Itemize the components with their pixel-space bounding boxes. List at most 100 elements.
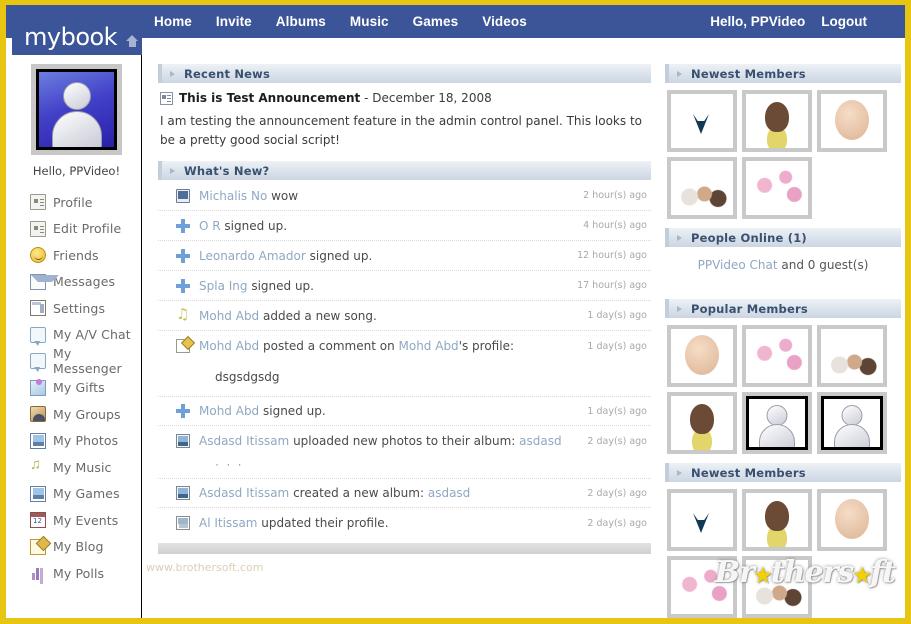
sidebar-item-blog[interactable]: My Blog: [12, 534, 141, 561]
member-thumbnail[interactable]: [667, 90, 737, 152]
sidebar-item-label[interactable]: Messages: [53, 274, 115, 289]
member-thumbnail[interactable]: [742, 325, 812, 387]
feed-user-link[interactable]: Mohd Abd: [199, 339, 259, 353]
feed-item[interactable]: Mohd Abd signed up. 1 day(s) ago: [158, 396, 651, 427]
sidebar-item-messenger[interactable]: My Messenger: [12, 346, 141, 376]
nav-item-home[interactable]: Home: [142, 14, 204, 29]
sidebar-item-polls[interactable]: My Polls: [12, 560, 141, 587]
feed-item[interactable]: Spla Ing signed up. 17 hour(s) ago: [158, 271, 651, 302]
newest-members-top-header[interactable]: Newest Members: [665, 63, 901, 83]
feed-user-link[interactable]: Al Itissam: [199, 516, 257, 530]
sidebar-item-label[interactable]: My Blog: [53, 539, 104, 554]
sidebar-item-messages[interactable]: Messages: [12, 269, 141, 296]
feed-item[interactable]: Mohd Abd posted a comment on Mohd Abd's …: [158, 331, 651, 361]
feed-user-link[interactable]: Spla Ing: [199, 279, 248, 293]
feed-user-link[interactable]: Asdasd Itissam: [199, 486, 289, 500]
sidebar-item-label[interactable]: My Events: [53, 513, 118, 528]
member-thumbnail[interactable]: [817, 489, 887, 551]
member-thumbnail[interactable]: [667, 392, 737, 454]
sidebar-item-label[interactable]: My Games: [53, 486, 120, 501]
sidebar-item-label[interactable]: My Messenger: [53, 346, 141, 376]
feed-item[interactable]: Mohd Abd added a new song. 1 day(s) ago: [158, 301, 651, 332]
feed-user-link[interactable]: Mohd Abd: [199, 404, 259, 418]
feed-user-link[interactable]: O R: [199, 219, 221, 233]
nav-item-invite[interactable]: Invite: [204, 14, 264, 29]
sidebar-item-label[interactable]: Edit Profile: [53, 221, 121, 236]
nav-greeting: Hello, PPVideo: [710, 14, 806, 29]
sidebar-item-music[interactable]: My Music: [12, 454, 141, 481]
feed-user2-link[interactable]: Mohd Abd: [399, 339, 459, 353]
avatar[interactable]: [31, 64, 122, 155]
member-thumbnail[interactable]: [667, 556, 737, 618]
people-online-header[interactable]: People Online (1): [665, 227, 901, 247]
member-thumbnail[interactable]: [667, 489, 737, 551]
feed-item-text: Mohd Abd posted a comment on Mohd Abd's …: [199, 339, 579, 353]
chevron-right-icon: [170, 70, 175, 77]
member-thumbnail[interactable]: [667, 157, 737, 219]
feed-item-text: Asdasd Itissam created a new album: asda…: [199, 486, 579, 500]
nav-item-games[interactable]: Games: [401, 14, 471, 29]
sidebar-item-settings[interactable]: Settings: [12, 295, 141, 322]
sidebar-item-photos[interactable]: My Photos: [12, 428, 141, 455]
avatar-head-shape: [62, 81, 91, 110]
newest-members-top-grid: [665, 83, 901, 227]
whats-new-panel-header[interactable]: What's New?: [158, 160, 651, 181]
sidebar-item-label[interactable]: Friends: [53, 248, 99, 263]
sidebar-item-profile[interactable]: Profile: [12, 189, 141, 216]
member-thumbnail[interactable]: [817, 90, 887, 152]
calendar-icon: [30, 512, 46, 529]
recent-news-panel-header[interactable]: Recent News: [158, 63, 651, 83]
member-thumbnail[interactable]: [742, 392, 812, 454]
member-thumbnail[interactable]: [817, 325, 887, 387]
sidebar-item-edit-profile[interactable]: Edit Profile: [12, 216, 141, 243]
sidebar-item-games[interactable]: My Games: [12, 481, 141, 508]
feed-item[interactable]: Asdasd Itissam uploaded new photos to th…: [158, 426, 651, 456]
sidebar-item-label[interactable]: Profile: [53, 195, 93, 210]
sidebar-item-events[interactable]: My Events: [12, 507, 141, 534]
sidebar-item-label[interactable]: My Gifts: [53, 380, 105, 395]
feed-album-link[interactable]: asdasd: [428, 486, 470, 500]
feed-album-link[interactable]: asdasd: [519, 434, 561, 448]
popular-members-header[interactable]: Popular Members: [665, 298, 901, 318]
feed-item[interactable]: Al Itissam updated their profile. 2 day(…: [158, 508, 651, 538]
left-sidebar: Hello, PPVideo! Profile Edit Profile Fri…: [12, 55, 142, 618]
feed-user-link[interactable]: Asdasd Itissam: [199, 434, 289, 448]
feed-timestamp: 1 day(s) ago: [587, 405, 647, 417]
feed-user-link[interactable]: Leonardo Amador: [199, 249, 306, 263]
member-thumbnail[interactable]: [817, 392, 887, 454]
feed-item[interactable]: Asdasd Itissam created a new album: asda…: [158, 478, 651, 509]
member-thumbnail[interactable]: [742, 90, 812, 152]
member-thumbnail[interactable]: [742, 556, 812, 618]
sidebar-item-av-chat[interactable]: My A/V Chat: [12, 322, 141, 349]
thumbnail-image: [821, 493, 883, 547]
newest-members-bottom-header[interactable]: Newest Members: [665, 462, 901, 482]
feed-item[interactable]: Michalis No wow 2 hour(s) ago: [158, 181, 651, 212]
nav-item-music[interactable]: Music: [338, 14, 401, 29]
sidebar-item-label[interactable]: My Photos: [53, 433, 118, 448]
site-logo-block[interactable]: mybook: [12, 5, 142, 55]
feed-item[interactable]: O R signed up. 4 hour(s) ago: [158, 211, 651, 242]
page-root: Home Invite Albums Music Games Videos He…: [0, 0, 911, 624]
nav-item-videos[interactable]: Videos: [470, 14, 539, 29]
sidebar-item-gifts[interactable]: My Gifts: [12, 375, 141, 402]
feed-user-link[interactable]: Mohd Abd: [199, 309, 259, 323]
feed-item[interactable]: Leonardo Amador signed up. 12 hour(s) ag…: [158, 241, 651, 272]
member-thumbnail[interactable]: [742, 157, 812, 219]
sidebar-item-label[interactable]: My Polls: [53, 566, 104, 581]
logout-link[interactable]: Logout: [821, 14, 867, 29]
online-user-link[interactable]: PPVideo Chat: [698, 258, 778, 272]
sidebar-item-label[interactable]: Settings: [53, 301, 105, 316]
sidebar-item-groups[interactable]: My Groups: [12, 401, 141, 428]
member-thumbnail[interactable]: [742, 489, 812, 551]
home-icon[interactable]: [126, 35, 139, 47]
nav-item-albums[interactable]: Albums: [264, 14, 338, 29]
feed-user-link[interactable]: Michalis No: [199, 189, 267, 203]
nav-links: Home Invite Albums Music Games Videos: [142, 14, 539, 29]
sidebar-item-label[interactable]: My Groups: [53, 407, 121, 422]
sidebar-item-label[interactable]: My A/V Chat: [53, 327, 131, 342]
sidebar-item-label[interactable]: My Music: [53, 460, 112, 475]
group-icon: [30, 406, 46, 423]
sidebar-item-friends[interactable]: Friends: [12, 242, 141, 269]
member-thumbnail[interactable]: [667, 325, 737, 387]
pencil-icon: [176, 339, 190, 354]
